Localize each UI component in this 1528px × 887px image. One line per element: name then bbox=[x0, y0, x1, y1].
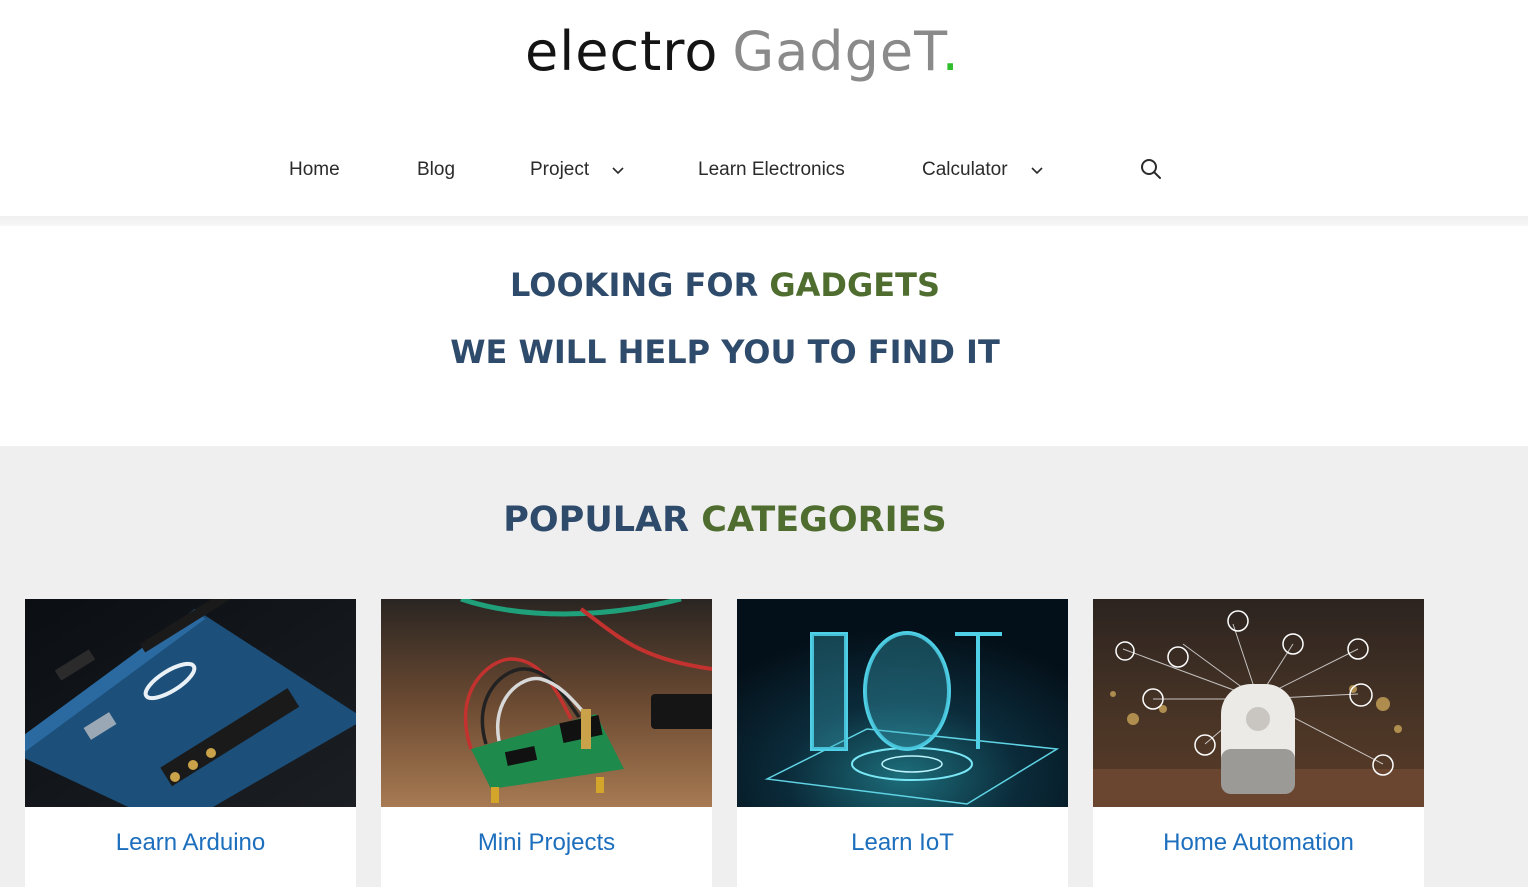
hero-heading-part1: LOOKING FOR bbox=[510, 266, 770, 304]
category-card-learn-iot[interactable]: Learn IoT bbox=[737, 599, 1068, 887]
category-label[interactable]: Mini Projects bbox=[381, 829, 712, 857]
chevron-down-icon[interactable] bbox=[1031, 156, 1043, 184]
nav-learn-electronics[interactable]: Learn Electronics bbox=[698, 156, 845, 184]
category-card-home-automation[interactable]: Home Automation bbox=[1093, 599, 1424, 887]
category-card-learn-arduino[interactable]: Learn Arduino bbox=[25, 599, 356, 887]
logo-dot: . bbox=[941, 20, 960, 83]
hero-section: LOOKING FOR GADGETS WE WILL HELP YOU TO … bbox=[0, 226, 1528, 446]
nav-home-label: Home bbox=[289, 159, 340, 180]
logo-word-electro: electro bbox=[525, 20, 719, 83]
nav-home[interactable]: Home bbox=[289, 156, 340, 184]
hero-heading-line2: WE WILL HELP YOU TO FIND IT bbox=[450, 333, 1000, 371]
nav-project-label: Project bbox=[530, 159, 590, 181]
site-logo[interactable]: electro GadgeT. bbox=[525, 20, 960, 84]
smart-speaker-image[interactable] bbox=[1093, 599, 1424, 807]
section-title-highlight: CATEGORIES bbox=[701, 500, 947, 540]
nav-blog[interactable]: Blog bbox=[417, 156, 455, 184]
circuit-board-image[interactable] bbox=[381, 599, 712, 807]
chevron-down-icon[interactable] bbox=[612, 156, 624, 184]
category-label[interactable]: Learn Arduino bbox=[25, 829, 356, 857]
nav-calculator-label: Calculator bbox=[922, 159, 1008, 181]
nav-blog-label: Blog bbox=[417, 159, 456, 180]
hero-heading-line1: LOOKING FOR GADGETS bbox=[0, 266, 1450, 304]
site-header: electro GadgeT. Home Blog Project Learn E… bbox=[0, 0, 1528, 216]
category-label[interactable]: Learn IoT bbox=[737, 829, 1068, 857]
logo-word-gadget: GadgeT bbox=[732, 20, 942, 83]
nav-learn-electronics-label: Learn Electronics bbox=[698, 159, 845, 180]
category-card-mini-projects[interactable]: Mini Projects bbox=[381, 599, 712, 887]
nav-calculator[interactable]: Calculator bbox=[922, 156, 1043, 184]
hero-heading-highlight: GADGETS bbox=[769, 266, 940, 304]
search-icon[interactable] bbox=[1139, 157, 1163, 181]
section-title: POPULAR CATEGORIES bbox=[0, 500, 1450, 540]
header-divider bbox=[0, 216, 1528, 226]
section-title-part1: POPULAR bbox=[503, 500, 702, 540]
popular-categories-section: POPULAR CATEGORIES Learn Arduino Mini Pr… bbox=[0, 446, 1528, 887]
category-label[interactable]: Home Automation bbox=[1093, 829, 1424, 857]
arduino-board-image[interactable] bbox=[25, 599, 356, 807]
nav-project[interactable]: Project bbox=[530, 156, 624, 184]
iot-hologram-image[interactable] bbox=[737, 599, 1068, 807]
